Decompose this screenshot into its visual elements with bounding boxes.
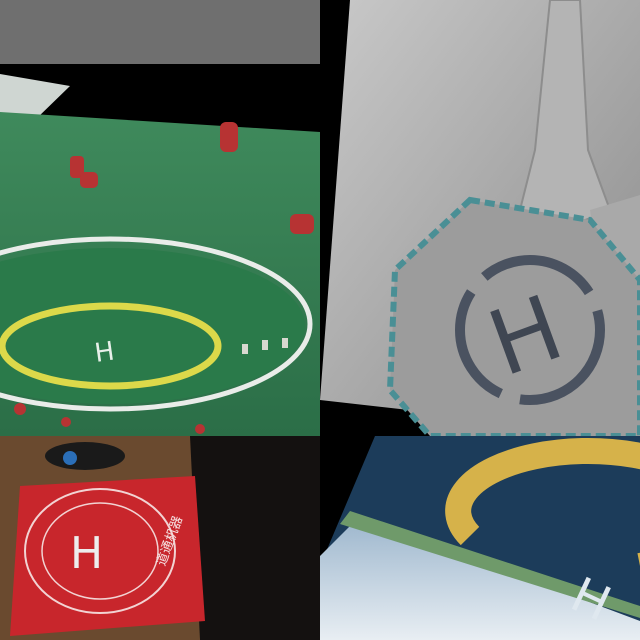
stone-hexagon-helipad-panel: H <box>320 0 640 436</box>
h-letter: H <box>70 528 103 579</box>
rooftop-helipad-panel: H <box>320 436 640 640</box>
stone-hexagon-helipad-image: H <box>320 0 640 436</box>
h-letter: H <box>93 337 117 369</box>
red-mat-helipad-panel: H 道通机器 <box>0 436 320 640</box>
red-mat-helipad-image: H 道通机器 <box>0 436 320 640</box>
green-3d-helipad-image: H <box>0 68 320 436</box>
rooftop-helipad-image: H <box>320 436 640 640</box>
green-3d-helipad-panel: H <box>0 64 320 436</box>
top-gray-bar <box>0 0 320 64</box>
